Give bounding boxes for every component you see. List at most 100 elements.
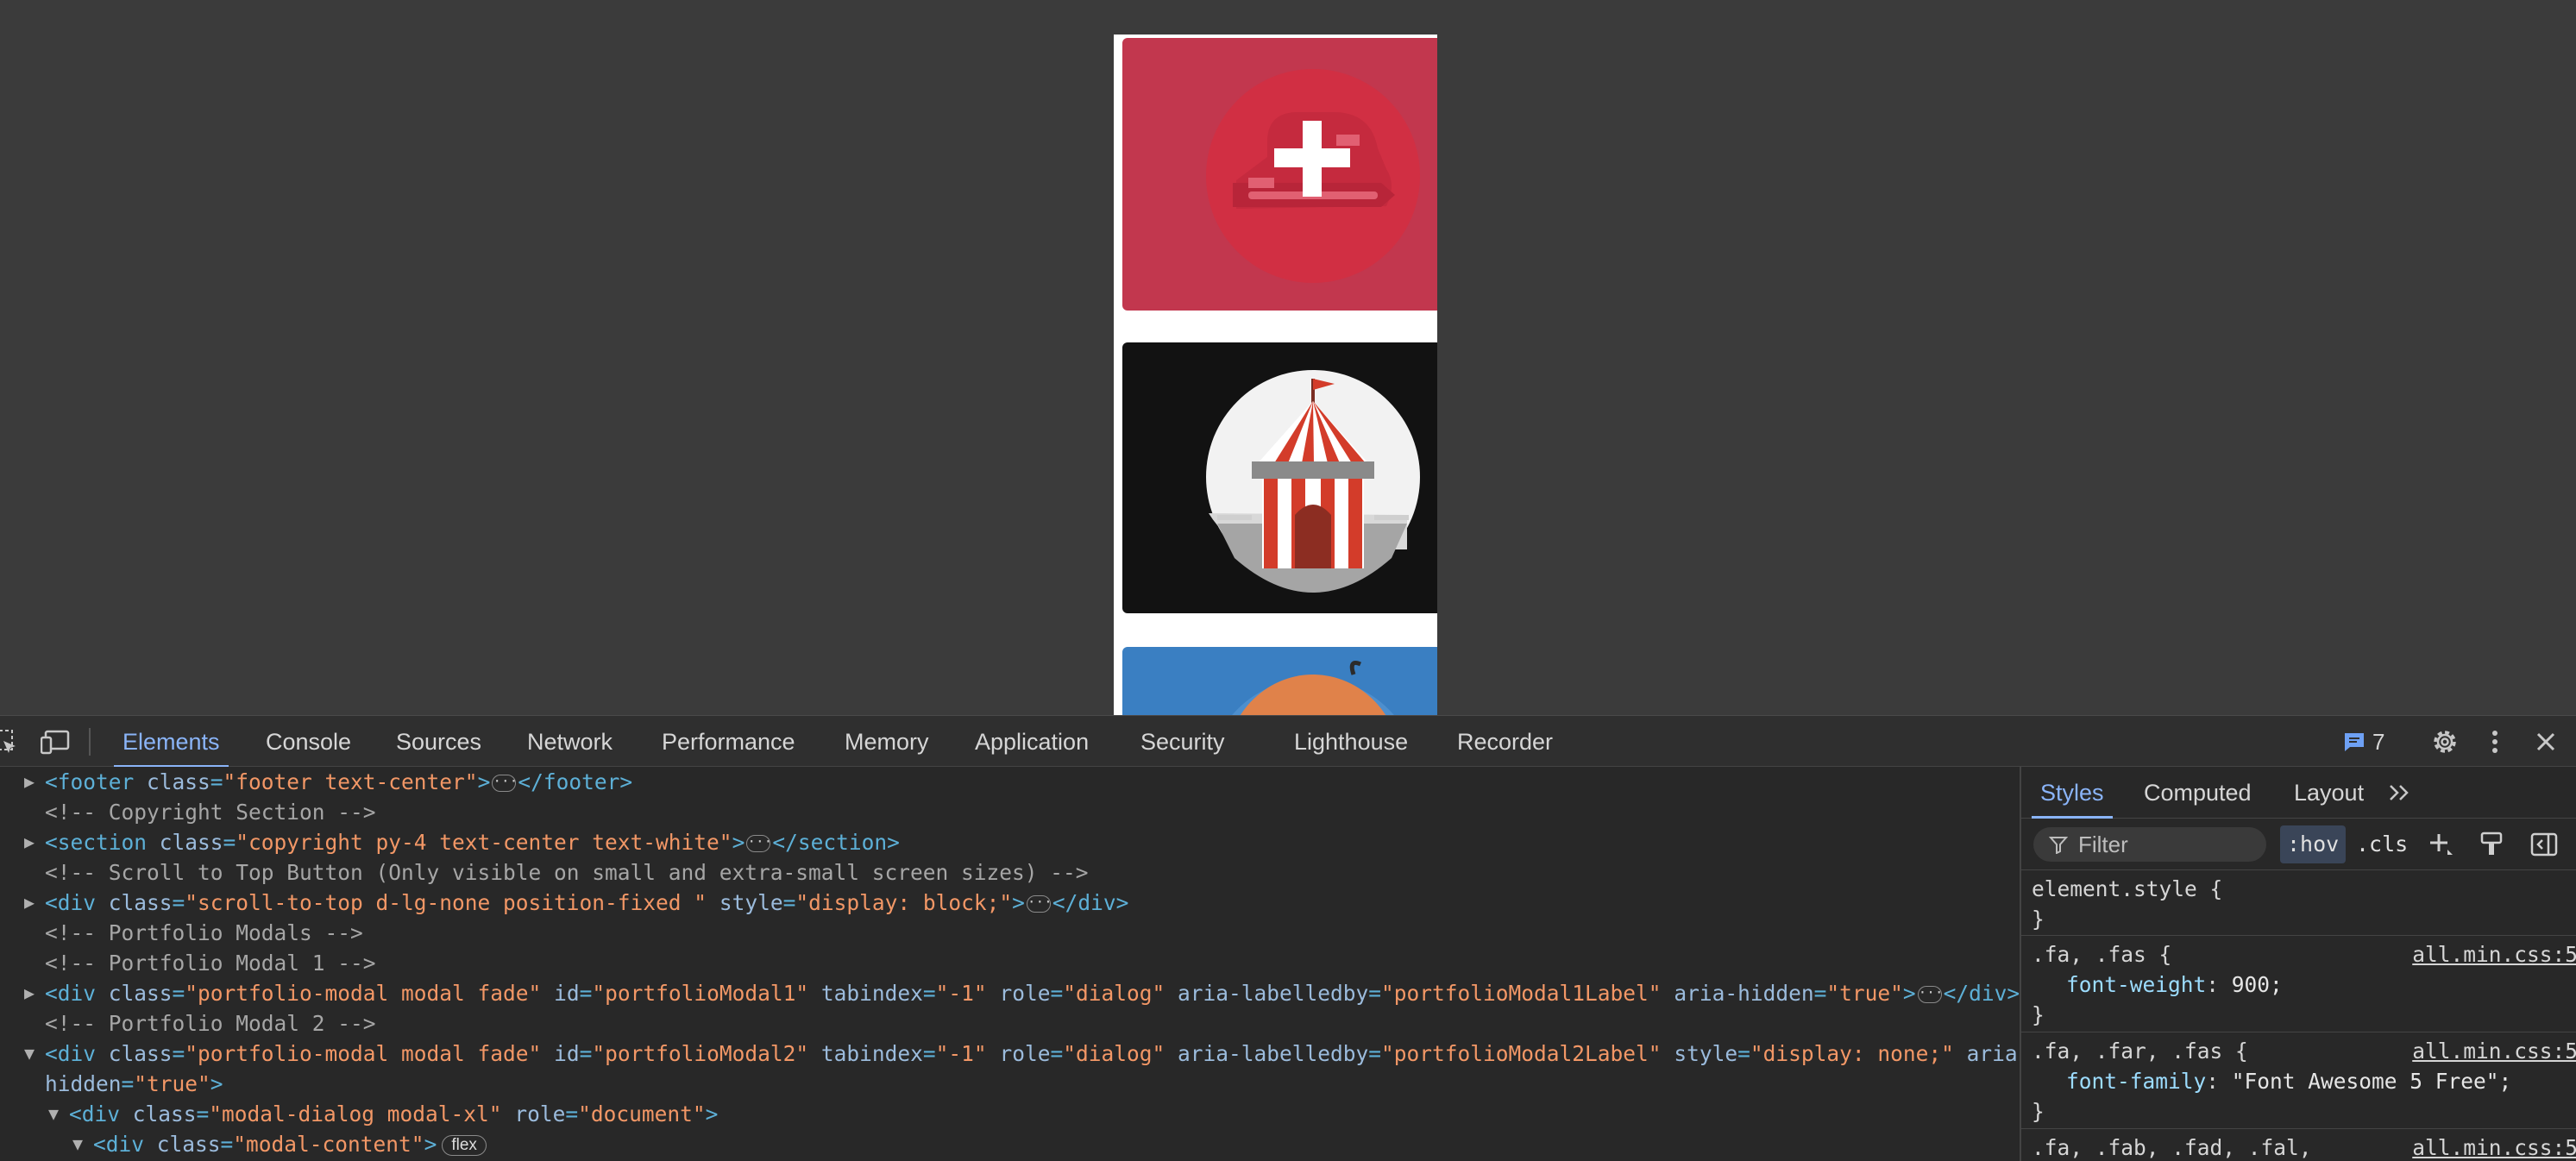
- dom-token-tag: =: [210, 769, 223, 794]
- flex-badge[interactable]: flex: [442, 1135, 487, 1156]
- dom-token-attr: hidden: [45, 1071, 122, 1096]
- rule-source-link[interactable]: all.min.css:5: [2412, 1036, 2576, 1066]
- double-chevron-right-icon[interactable]: [2387, 767, 2413, 819]
- style-rule[interactable]: .fa, .far, .fas { all.min.css:5 font-famil…: [2021, 1032, 2576, 1129]
- expand-ellipsis-icon[interactable]: ···: [1917, 986, 1944, 1003]
- styles-filter-input[interactable]: Filter: [2033, 827, 2266, 862]
- tab-recorder[interactable]: Recorder: [1457, 716, 1553, 768]
- dom-token-tag: </footer>: [518, 769, 633, 794]
- dom-token-attr: role: [999, 1041, 1051, 1066]
- collapsed-triangle-icon[interactable]: ▶: [24, 978, 35, 1008]
- tab-styles[interactable]: Styles: [2032, 767, 2113, 819]
- dom-token-txt: [808, 981, 821, 1006]
- tab-computed[interactable]: Computed: [2144, 767, 2252, 819]
- inspect-element-icon[interactable]: [0, 716, 19, 768]
- css-colon: :: [2206, 1069, 2232, 1094]
- css-declaration[interactable]: font-family: "Font Awesome 5 Free";: [2066, 1066, 2511, 1096]
- dom-token-val: "modal-content": [233, 1132, 424, 1157]
- dom-node-line[interactable]: ▶ <div class="portfolio-modal modal fade"…: [24, 978, 2020, 1008]
- dom-token-val: "portfolioModal1": [592, 981, 809, 1006]
- expanded-triangle-icon[interactable]: ▼: [48, 1099, 59, 1129]
- rule-selector: .fa, .fas {: [2032, 942, 2172, 967]
- expand-ellipsis-icon[interactable]: ···: [492, 775, 518, 792]
- tab-console[interactable]: Console: [266, 716, 351, 768]
- dom-node-line[interactable]: ▶ <div class="scroll-to-top d-lg-none pos…: [24, 888, 1128, 918]
- dom-token-tag: =: [922, 981, 936, 1006]
- expand-ellipsis-icon[interactable]: ···: [746, 835, 772, 852]
- portfolio-item-cake[interactable]: [1122, 38, 1437, 311]
- style-rule[interactable]: .fa, .fab, .fad, .fal, all.min.css:5: [2021, 1129, 2576, 1161]
- styles-tabbar: Styles Computed Layout: [2021, 767, 2576, 819]
- dom-token-val: "portfolio-modal modal fade": [185, 981, 542, 1006]
- dom-node-line[interactable]: ▼ <div class="modal-content"> flex: [72, 1129, 487, 1159]
- tab-network[interactable]: Network: [527, 716, 613, 768]
- style-rule[interactable]: element.style {}: [2021, 870, 2576, 936]
- tab-performance[interactable]: Performance: [662, 716, 795, 768]
- dom-token-val: "portfolioModal1Label": [1381, 981, 1662, 1006]
- style-rule[interactable]: .fa, .fas { all.min.css:5 font-weight: 900…: [2021, 936, 2576, 1032]
- rule-selector: .fa, .far, .fas {: [2032, 1039, 2248, 1064]
- dom-token-tag: >: [424, 1132, 437, 1157]
- expanded-triangle-icon[interactable]: ▼: [24, 1039, 35, 1069]
- dom-node-line[interactable]: ▼ <div class="modal-dialog modal-xl" role…: [48, 1099, 718, 1129]
- rule-close-brace: }: [2032, 907, 2045, 932]
- issues-counter[interactable]: 7: [2343, 716, 2384, 768]
- dom-token-attr: aria-labelledby: [1178, 981, 1369, 1006]
- expand-ellipsis-icon[interactable]: ···: [1026, 895, 1052, 913]
- expanded-triangle-icon[interactable]: ▼: [72, 1129, 83, 1159]
- collapsed-triangle-icon[interactable]: ▶: [24, 767, 35, 797]
- dom-token-attr: role: [514, 1101, 566, 1126]
- dom-token-tag: </div>: [1943, 981, 2020, 1006]
- dom-node-line[interactable]: ▼ <div class="portfolio-modal modal fade"…: [24, 1039, 2020, 1069]
- dom-token-val: "modal-dialog modal-xl": [209, 1101, 502, 1126]
- dom-node-line[interactable]: <!-- Portfolio Modals -->: [45, 918, 363, 948]
- tab-memory[interactable]: Memory: [845, 716, 929, 768]
- rule-source-link[interactable]: all.min.css:5: [2412, 939, 2576, 970]
- dom-node-line[interactable]: <!-- Portfolio Modal 1 -->: [45, 948, 376, 978]
- rule-selector: element.style {: [2032, 876, 2223, 901]
- dom-token-tag: =: [1050, 1041, 1064, 1066]
- dom-node-line[interactable]: <!-- Portfolio Modal 2 -->: [45, 1008, 376, 1039]
- dom-token-tag: >: [1902, 981, 1916, 1006]
- tab-elements[interactable]: Elements: [114, 716, 229, 768]
- dom-token-val: "true": [1826, 981, 1903, 1006]
- css-declaration[interactable]: font-weight: 900;: [2066, 970, 2283, 1000]
- dom-token-tag: >: [210, 1071, 223, 1096]
- page-viewport: [0, 0, 2576, 715]
- dom-token-attr: class: [159, 830, 223, 855]
- portfolio-item-circus[interactable]: [1122, 342, 1437, 613]
- dom-node-line[interactable]: <!-- Scroll to Top Button (Only visible …: [45, 857, 1089, 888]
- dom-token-val: "-1": [935, 1041, 987, 1066]
- dom-node-line[interactable]: <!-- Copyright Section -->: [45, 797, 376, 827]
- tab-application[interactable]: Application: [975, 716, 1089, 768]
- class-toggle[interactable]: .cls: [2356, 819, 2408, 870]
- add-rule-icon[interactable]: [2427, 819, 2454, 870]
- css-property-value: 900;: [2231, 972, 2283, 997]
- dom-node-line[interactable]: ▶ <section class="copyright py-4 text-cen…: [24, 827, 900, 857]
- collapsed-triangle-icon[interactable]: ▶: [24, 888, 35, 918]
- dom-token-tag: <div: [45, 1041, 109, 1066]
- dom-token-attr: class: [108, 981, 173, 1006]
- settings-gear-icon[interactable]: [2428, 716, 2462, 768]
- dom-node-line[interactable]: hidden="true">: [45, 1069, 223, 1099]
- hover-state-toggle[interactable]: :hov: [2280, 825, 2347, 863]
- dom-node-line[interactable]: ▶ <footer class="footer text-center"> ···<…: [24, 767, 633, 797]
- dom-token-val: "dialog": [1063, 1041, 1165, 1066]
- rule-source-link[interactable]: all.min.css:5: [2412, 1133, 2576, 1161]
- collapsed-triangle-icon[interactable]: ▶: [24, 827, 35, 857]
- game-image: [1232, 661, 1394, 715]
- more-options-icon[interactable]: [2485, 716, 2505, 768]
- toggle-sidebar-icon[interactable]: [2530, 819, 2558, 870]
- paint-brush-icon[interactable]: [2479, 819, 2504, 870]
- dom-token-attr: aria-hidden: [1674, 981, 1814, 1006]
- tab-layout[interactable]: Layout: [2294, 767, 2364, 819]
- dom-token-val: "display: block;": [795, 890, 1013, 915]
- dom-token-txt: [1165, 1041, 1178, 1066]
- dom-token-tag: >: [732, 830, 745, 855]
- close-icon[interactable]: [2533, 716, 2559, 768]
- tab-lighthouse[interactable]: Lighthouse: [1294, 716, 1408, 768]
- tab-security[interactable]: Security: [1140, 716, 1225, 768]
- portfolio-item-game[interactable]: [1122, 647, 1437, 715]
- tab-sources[interactable]: Sources: [396, 716, 481, 768]
- device-toolbar-icon[interactable]: [38, 716, 72, 768]
